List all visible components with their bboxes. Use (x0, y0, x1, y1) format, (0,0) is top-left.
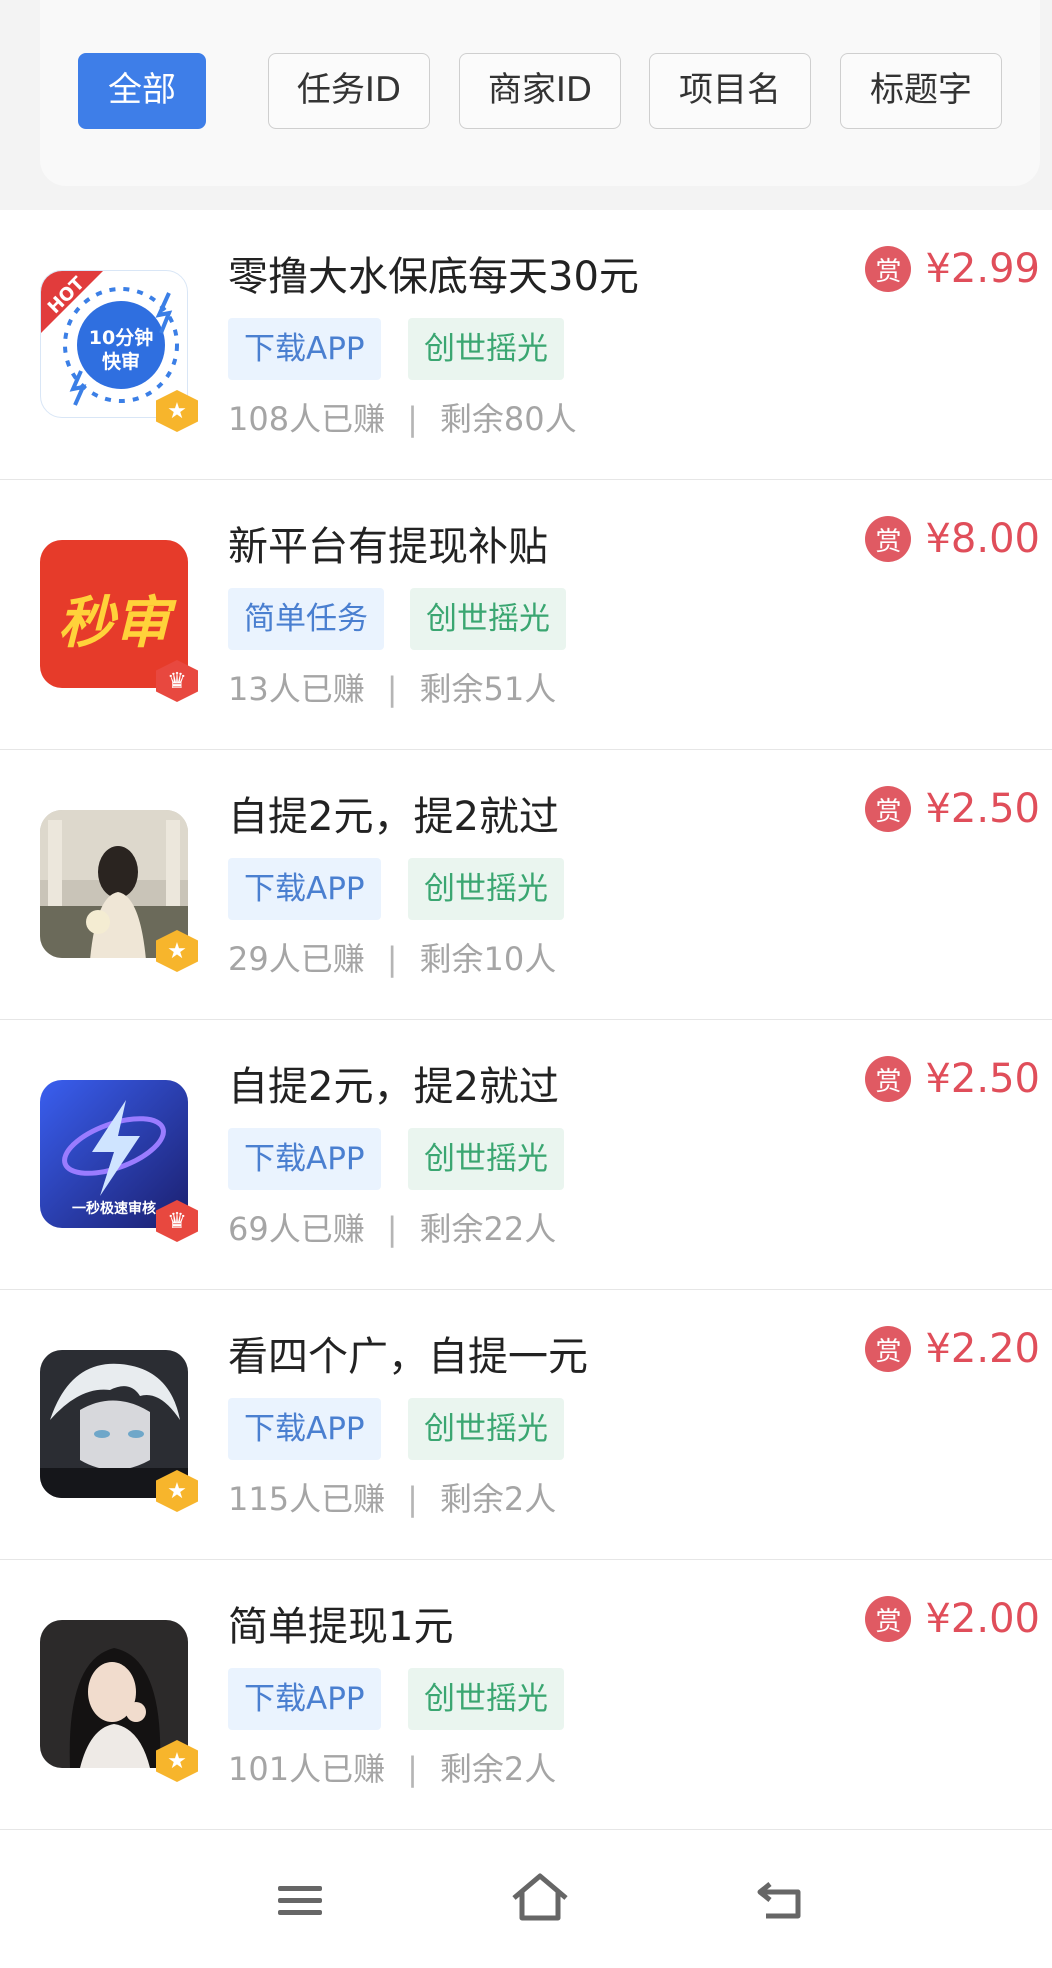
earned-count: 69人已赚 (228, 1210, 365, 1248)
remaining-count: 剩余2人 (439, 1750, 557, 1788)
task-stats: 13人已赚 | 剩余51人 (228, 664, 556, 710)
icon-text-line1: 10分钟 (88, 327, 154, 349)
remaining-count: 剩余2人 (439, 1480, 557, 1518)
task-stats: 108人已赚 | 剩余80人 (228, 394, 577, 440)
stats-separator: | (407, 400, 418, 438)
task-tag-merchant: 创世摇光 (408, 318, 564, 380)
reward-icon: 赏 (865, 786, 912, 832)
reward-icon: 赏 (865, 1326, 912, 1372)
task-row[interactable]: ★ 自提2元，提2就过 下载APP 创世摇光 29人已赚 | 剩余10人 赏 ¥2.… (0, 750, 1052, 1020)
filter-task-id-button[interactable]: 任务ID (268, 53, 430, 129)
task-tag-type: 下载APP (228, 1128, 381, 1190)
filter-bar: 全部 任务ID 商家ID 项目名 标题字 (0, 0, 1052, 210)
filter-merchant-id-button[interactable]: 商家ID (459, 53, 621, 129)
task-title: 零撸大水保底每天30元 (228, 254, 639, 300)
task-tag-merchant: 创世摇光 (410, 588, 566, 650)
task-title: 简单提现1元 (228, 1604, 454, 1650)
task-tag-merchant: 创世摇光 (408, 1668, 564, 1730)
remaining-count: 剩余51人 (419, 670, 557, 708)
task-title: 自提2元，提2就过 (228, 1064, 559, 1110)
task-row[interactable]: HOT 10分钟 快审 ★ 零撸大水保底每天30元 下载APP 创世摇光 108… (0, 210, 1052, 480)
earned-count: 101人已赚 (228, 1750, 386, 1788)
task-stats: 115人已赚 | 剩余2人 (228, 1474, 556, 1520)
task-reward: 赏 ¥2.50 (865, 786, 1040, 832)
stats-separator: | (407, 1480, 418, 1518)
task-list: HOT 10分钟 快审 ★ 零撸大水保底每天30元 下载APP 创世摇光 108… (0, 210, 1052, 1830)
home-icon[interactable] (500, 1860, 580, 1940)
reward-price: ¥2.20 (925, 1326, 1040, 1372)
task-reward: 赏 ¥2.20 (865, 1326, 1040, 1372)
task-row[interactable]: 秒审 ♛ 新平台有提现补贴 简单任务 创世摇光 13人已赚 | 剩余51人 赏 ¥8… (0, 480, 1052, 750)
task-title: 看四个广，自提一元 (228, 1334, 588, 1380)
reward-price: ¥2.50 (925, 786, 1040, 832)
reward-icon: 赏 (865, 246, 912, 292)
icon-text: 秒审 (58, 591, 170, 656)
stats-separator: | (386, 1210, 398, 1248)
remaining-count: 剩余10人 (419, 940, 557, 978)
task-row[interactable]: 一秒极速审核 ♛ 自提2元，提2就过 下载APP 创世摇光 69人已赚 | 剩余22… (0, 1020, 1052, 1290)
stats-separator: | (407, 1750, 418, 1788)
task-stats: 69人已赚 | 剩余22人 (228, 1204, 556, 1250)
back-icon[interactable] (740, 1860, 820, 1940)
task-tag-type: 下载APP (228, 858, 381, 920)
remaining-count: 剩余80人 (439, 400, 577, 438)
filter-all-button[interactable]: 全部 (78, 53, 206, 129)
task-tag-type: 下载APP (228, 1668, 381, 1730)
reward-price: ¥2.99 (925, 246, 1040, 292)
reward-price: ¥2.50 (925, 1056, 1040, 1102)
task-tag-type: 下载APP (228, 318, 381, 380)
earned-count: 108人已赚 (228, 400, 386, 438)
task-title: 新平台有提现补贴 (228, 524, 548, 570)
stats-separator: | (386, 940, 398, 978)
task-tag-merchant: 创世摇光 (408, 1128, 564, 1190)
remaining-count: 剩余22人 (419, 1210, 557, 1248)
task-row[interactable]: ★ 看四个广，自提一元 下载APP 创世摇光 115人已赚 | 剩余2人 赏 ¥2.… (0, 1290, 1052, 1560)
reward-icon: 赏 (865, 516, 912, 562)
task-reward: 赏 ¥2.00 (865, 1596, 1040, 1642)
task-reward: 赏 ¥8.00 (865, 516, 1040, 562)
task-stats: 29人已赚 | 剩余10人 (228, 934, 556, 980)
task-tag-type: 下载APP (228, 1398, 381, 1460)
task-row[interactable]: ★ 简单提现1元 下载APP 创世摇光 101人已赚 | 剩余2人 赏 ¥2.00 (0, 1560, 1052, 1830)
reward-icon: 赏 (865, 1056, 912, 1102)
task-tag-merchant: 创世摇光 (408, 1398, 564, 1460)
earned-count: 29人已赚 (228, 940, 365, 978)
system-nav-bar (0, 1830, 1052, 1968)
reward-price: ¥8.00 (925, 516, 1040, 562)
menu-icon[interactable] (260, 1860, 340, 1940)
earned-count: 13人已赚 (228, 670, 365, 708)
task-stats: 101人已赚 | 剩余2人 (228, 1744, 556, 1790)
task-tag-type: 简单任务 (228, 588, 384, 650)
task-reward: 赏 ¥2.50 (865, 1056, 1040, 1102)
reward-icon: 赏 (865, 1596, 912, 1642)
filter-title-keyword-button[interactable]: 标题字 (840, 53, 1002, 129)
stats-separator: | (386, 670, 398, 708)
earned-count: 115人已赚 (228, 1480, 386, 1518)
reward-price: ¥2.00 (925, 1596, 1040, 1642)
task-title: 自提2元，提2就过 (228, 794, 559, 840)
filter-card: 全部 任务ID 商家ID 项目名 标题字 (40, 0, 1040, 186)
task-tag-merchant: 创世摇光 (408, 858, 564, 920)
task-reward: 赏 ¥2.99 (865, 246, 1040, 292)
filter-project-name-button[interactable]: 项目名 (649, 53, 811, 129)
icon-text-line2: 快审 (101, 351, 140, 373)
